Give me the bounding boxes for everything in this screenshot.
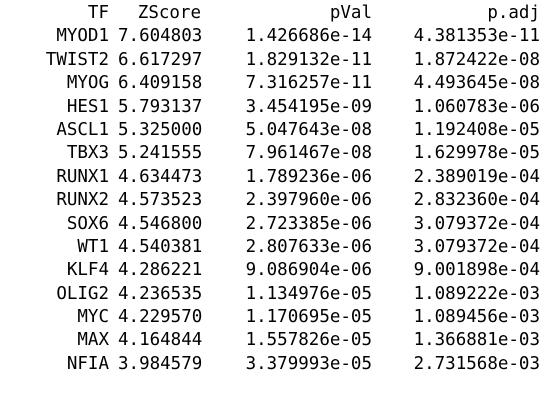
table-row: RUNX1 4.634473 1.789236e-06 2.389019e-04 [0, 166, 551, 189]
tf-cell: TBX3 [66, 143, 109, 164]
table-row: MYOG 6.409158 7.316257e-11 4.493645e-08 [0, 72, 551, 95]
tf-cell: HES1 [66, 96, 109, 117]
zscore-cell: 4.164844 [118, 330, 203, 351]
console-output: TF ZScore pVal p.adj MYOD1 7.604803 1.4266… [0, 0, 551, 401]
tf-cell: KLF4 [66, 260, 109, 281]
table-row: RUNX2 4.573523 2.397960e-06 2.832360e-04 [0, 189, 551, 212]
tf-cell: WT1 [77, 236, 109, 257]
table-row: MAX 4.164844 1.557826e-05 1.366881e-03 [0, 329, 551, 352]
column-header-tf: TF [87, 3, 109, 23]
zscore-cell: 6.409158 [118, 73, 203, 94]
padj-cell: 4.493645e-08 [413, 73, 540, 94]
padj-cell: 1.060783e-06 [413, 96, 540, 117]
column-header-pval: pVal [329, 3, 372, 23]
tf-cell: RUNX2 [56, 190, 109, 211]
zscore-cell: 4.236535 [118, 283, 203, 304]
padj-cell: 1.366881e-03 [413, 330, 540, 351]
pval-cell: 3.454195e-09 [245, 96, 372, 117]
table-header: TF ZScore pVal p.adj [0, 2, 551, 25]
zscore-cell: 5.325000 [118, 119, 203, 140]
table-row: MYOD1 7.604803 1.426686e-14 4.381353e-11 [0, 25, 551, 48]
table-row: TWIST2 6.617297 1.829132e-11 1.872422e-08 [0, 49, 551, 72]
pval-cell: 9.086904e-06 [245, 260, 372, 281]
table-row: HES1 5.793137 3.454195e-09 1.060783e-06 [0, 96, 551, 119]
zscore-cell: 4.634473 [118, 166, 203, 187]
table-row: WT1 4.540381 2.807633e-06 3.079372e-04 [0, 236, 551, 259]
table-row: KLF4 4.286221 9.086904e-06 9.001898e-04 [0, 259, 551, 282]
padj-cell: 1.089456e-03 [413, 307, 540, 328]
padj-cell: 3.079372e-04 [413, 236, 540, 257]
tf-cell: MYC [77, 307, 109, 328]
pval-cell: 5.047643e-08 [245, 119, 372, 140]
tf-cell: RUNX1 [56, 166, 109, 187]
table-row: MYC 4.229570 1.170695e-05 1.089456e-03 [0, 306, 551, 329]
table-row: ASCL1 5.325000 5.047643e-08 1.192408e-05 [0, 119, 551, 142]
pval-cell: 2.397960e-06 [245, 190, 372, 211]
padj-cell: 3.079372e-04 [413, 213, 540, 234]
pval-cell: 1.557826e-05 [245, 330, 372, 351]
pval-cell: 1.426686e-14 [245, 26, 372, 47]
tf-cell: SOX6 [66, 213, 109, 234]
column-header-padj: p.adj [487, 3, 540, 23]
tf-cell: TWIST2 [45, 49, 109, 70]
padj-cell: 2.731568e-03 [413, 353, 540, 374]
zscore-cell: 7.604803 [118, 26, 203, 47]
padj-cell: 9.001898e-04 [413, 260, 540, 281]
zscore-cell: 4.546800 [118, 213, 203, 234]
pval-cell: 3.379993e-05 [245, 353, 372, 374]
padj-cell: 1.192408e-05 [413, 119, 540, 140]
zscore-cell: 4.229570 [118, 307, 203, 328]
pval-cell: 1.170695e-05 [245, 307, 372, 328]
zscore-cell: 4.540381 [118, 236, 203, 257]
zscore-cell: 3.984579 [118, 353, 203, 374]
padj-cell: 4.381353e-11 [413, 26, 540, 47]
table-row: TBX3 5.241555 7.961467e-08 1.629978e-05 [0, 142, 551, 165]
zscore-cell: 6.617297 [118, 49, 203, 70]
pval-cell: 1.829132e-11 [245, 49, 372, 70]
zscore-cell: 4.573523 [118, 190, 203, 211]
padj-cell: 2.832360e-04 [413, 190, 540, 211]
pval-cell: 7.316257e-11 [245, 73, 372, 94]
padj-cell: 2.389019e-04 [413, 166, 540, 187]
pval-cell: 1.134976e-05 [245, 283, 372, 304]
tf-cell: NFIA [66, 353, 109, 374]
padj-cell: 1.089222e-03 [413, 283, 540, 304]
table-row: NFIA 3.984579 3.379993e-05 2.731568e-03 [0, 353, 551, 376]
tf-cell: ASCL1 [56, 119, 109, 140]
tf-cell: MAX [77, 330, 109, 351]
pval-cell: 1.789236e-06 [245, 166, 372, 187]
pval-cell: 7.961467e-08 [245, 143, 372, 164]
table-row: SOX6 4.546800 2.723385e-06 3.079372e-04 [0, 213, 551, 236]
zscore-cell: 5.241555 [118, 143, 203, 164]
tf-cell: OLIG2 [56, 283, 109, 304]
tf-cell: MYOG [66, 73, 109, 94]
tf-cell: MYOD1 [56, 26, 109, 47]
zscore-cell: 5.793137 [118, 96, 203, 117]
pval-cell: 2.723385e-06 [245, 213, 372, 234]
pval-cell: 2.807633e-06 [245, 236, 372, 257]
padj-cell: 1.872422e-08 [413, 49, 540, 70]
table-body: MYOD1 7.604803 1.426686e-14 4.381353e-11 TWI… [0, 25, 551, 376]
zscore-cell: 4.286221 [118, 260, 203, 281]
column-header-zscore: ZScore [137, 3, 201, 23]
table-row: OLIG2 4.236535 1.134976e-05 1.089222e-03 [0, 283, 551, 306]
padj-cell: 1.629978e-05 [413, 143, 540, 164]
